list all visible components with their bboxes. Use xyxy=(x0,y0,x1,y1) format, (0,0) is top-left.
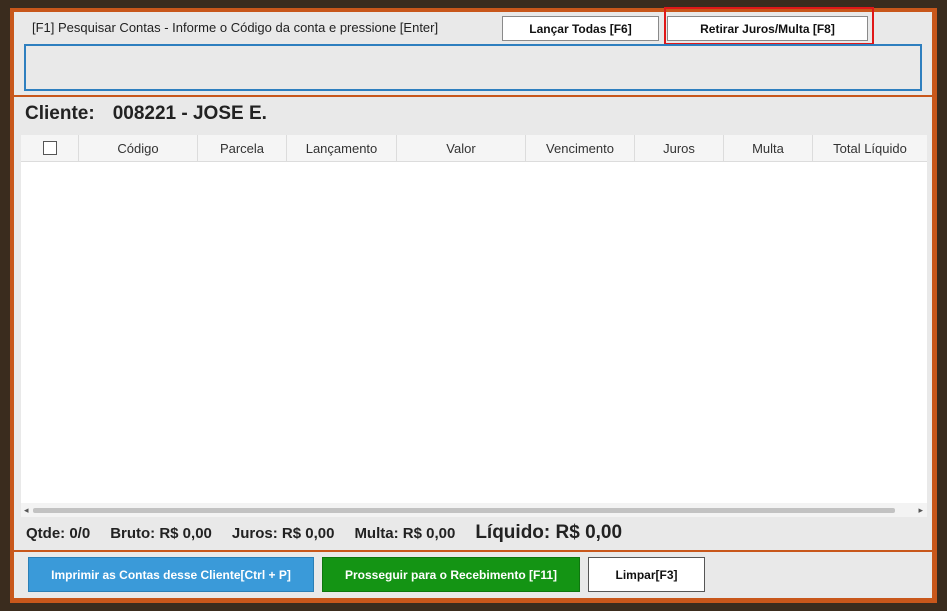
separator xyxy=(14,95,932,97)
multa-value: Multa: R$ 0,00 xyxy=(354,524,456,542)
column-header-multa[interactable]: Multa xyxy=(724,135,813,161)
select-all-checkbox[interactable] xyxy=(42,141,57,155)
bruto-value: Bruto: R$ 0,00 xyxy=(110,524,212,542)
select-all-column xyxy=(21,135,79,161)
horizontal-scrollbar[interactable]: ◂ ▸ xyxy=(21,503,927,517)
liquido-value: Líquido: R$ 0,00 xyxy=(475,522,623,543)
column-header-lancamento[interactable]: Lançamento xyxy=(287,135,397,161)
search-input[interactable] xyxy=(24,44,922,91)
table-header: Código Parcela Lançamento Valor Vencimen… xyxy=(21,135,927,162)
accounts-window: [F1] Pesquisar Contas - Informe o Código… xyxy=(14,7,932,598)
scrollbar-thumb[interactable] xyxy=(33,508,895,513)
qtde-value: Qtde: 0/0 xyxy=(26,524,91,542)
cliente-info: Cliente: 008221 - JOSE E. xyxy=(25,103,267,125)
cliente-label: Cliente: xyxy=(25,103,95,124)
scroll-right-icon[interactable]: ▸ xyxy=(918,503,923,517)
prosseguir-recebimento-button[interactable]: Prosseguir para o Recebimento [F11] xyxy=(322,557,580,592)
separator xyxy=(14,550,932,552)
cliente-value: 008221 - JOSE E. xyxy=(112,103,267,124)
column-header-parcela[interactable]: Parcela xyxy=(198,135,287,161)
search-label: [F1] Pesquisar Contas - Informe o Código… xyxy=(32,20,439,35)
totals-bar: Qtde: 0/0 Bruto: R$ 0,00 Juros: R$ 0,00 … xyxy=(26,521,642,545)
juros-value: Juros: R$ 0,00 xyxy=(231,524,335,542)
column-header-total-liquido[interactable]: Total Líquido xyxy=(813,135,927,161)
column-header-valor[interactable]: Valor xyxy=(397,135,526,161)
imprimir-contas-button[interactable]: Imprimir as Contas desse Cliente[Ctrl + … xyxy=(28,557,314,592)
limpar-button[interactable]: Limpar[F3] xyxy=(588,557,705,592)
scroll-left-icon[interactable]: ◂ xyxy=(24,503,29,517)
column-header-codigo[interactable]: Código xyxy=(79,135,198,161)
column-header-juros[interactable]: Juros xyxy=(635,135,724,161)
retirar-juros-multa-button[interactable]: Retirar Juros/Multa [F8] xyxy=(667,16,868,41)
lancar-todas-button[interactable]: Lançar Todas [F6] xyxy=(502,16,659,41)
column-header-vencimento[interactable]: Vencimento xyxy=(526,135,635,161)
accounts-table: Código Parcela Lançamento Valor Vencimen… xyxy=(21,135,927,517)
